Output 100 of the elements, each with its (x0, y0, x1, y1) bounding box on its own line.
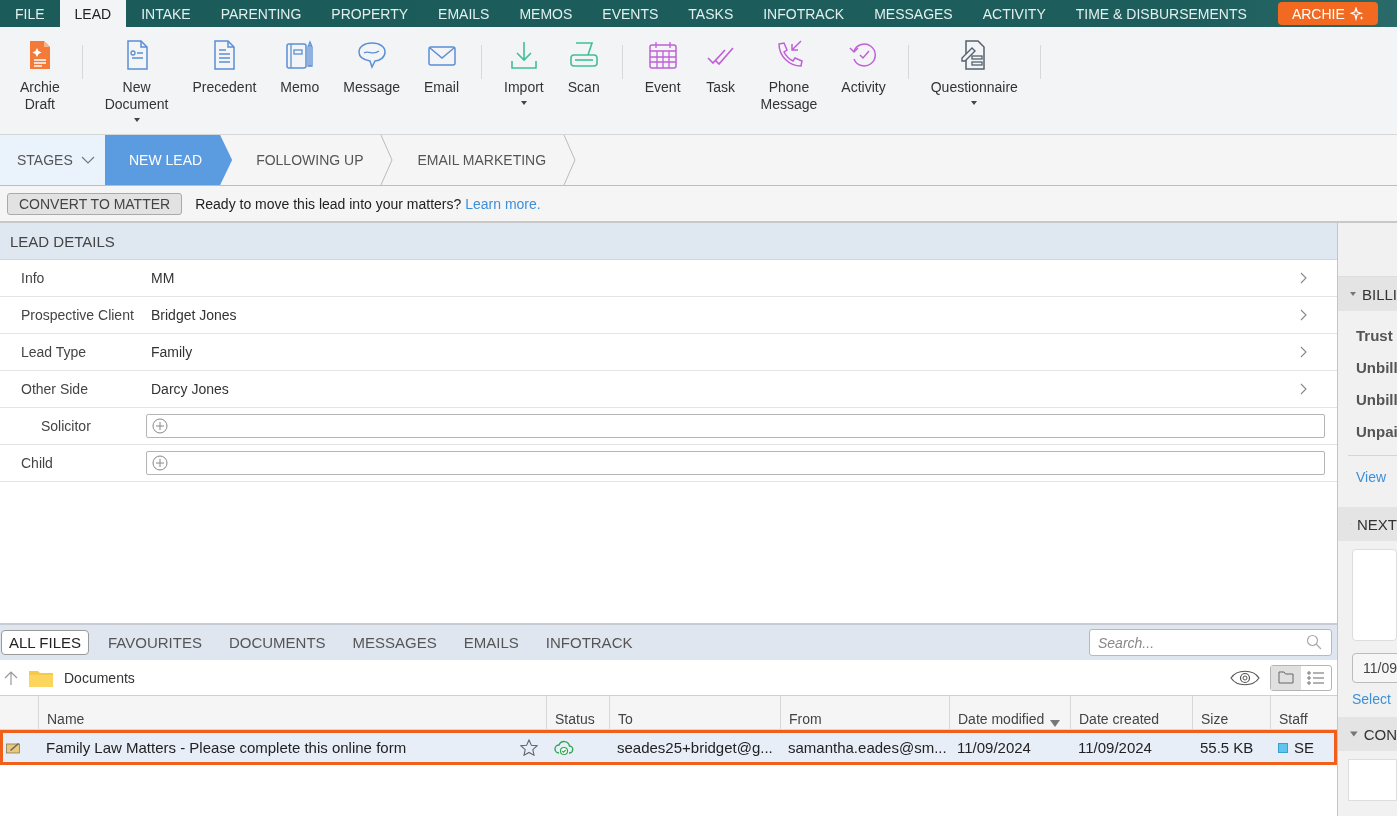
chevron-right-icon (1300, 272, 1307, 284)
add-field[interactable] (146, 451, 1325, 475)
add-field[interactable] (146, 414, 1325, 438)
table-cell: SE (1294, 739, 1314, 756)
filter-tab[interactable]: FAVOURITES (100, 630, 210, 655)
field-label: Prospective Client (20, 307, 135, 323)
ribbon-button[interactable]: Message (331, 39, 413, 134)
view-toggle[interactable] (1271, 665, 1301, 690)
ribbon-button[interactable]: Activity (829, 39, 898, 134)
email-icon (6, 741, 20, 754)
menu-tab[interactable]: PROPERTY (316, 0, 424, 27)
ribbon-button[interactable]: Precedent (180, 39, 269, 134)
ribbon-button[interactable]: Archie Draft (8, 39, 72, 134)
table-cell: Family Law Matters - Please complete this online form (46, 739, 407, 756)
ribbon-button[interactable]: New Document (92, 39, 181, 134)
search-field[interactable]: Search... (1089, 629, 1332, 656)
column-header[interactable]: Date modified (949, 696, 1070, 729)
menu-tab[interactable]: MESSAGES (859, 0, 968, 27)
menu-tab[interactable]: LEAD (59, 0, 127, 27)
menu-tab[interactable]: ACTIVITY (967, 0, 1061, 27)
field-value[interactable]: Bridget Jones (146, 297, 1337, 333)
ribbon-button[interactable]: Phone Message (748, 39, 830, 134)
summary-label: Trust (1355, 325, 1394, 346)
caret-icon (520, 101, 527, 105)
field-value[interactable]: Darcy Jones (146, 371, 1337, 407)
ribbon-button[interactable]: Scan (555, 39, 612, 134)
calendar-icon (646, 39, 679, 71)
filter-tab[interactable]: INFOTRACK (537, 630, 641, 655)
chevron-down-icon (80, 156, 95, 164)
caret-down-icon (1350, 731, 1358, 737)
column-header[interactable]: To (609, 696, 780, 729)
section-header[interactable]: CON (1338, 717, 1397, 751)
column-header[interactable]: Status (546, 696, 609, 729)
filter-tab[interactable]: ALL FILES (1, 630, 89, 655)
sparkle-icon (1349, 6, 1364, 21)
chevron-right-icon (1300, 309, 1307, 321)
notebook-icon (283, 39, 316, 71)
table-cell: samantha.eades@sm... (788, 739, 947, 756)
table-row[interactable]: Family Law Matters - Please complete this online form seades25+bridget@g... samantha.eades@sm... 11/09/2024 11/09/2024 55.5 KB SE (0, 730, 1337, 765)
folder-icon (1278, 671, 1294, 684)
section-header[interactable]: NEXT (1338, 507, 1397, 541)
field-label: Solicitor (40, 418, 92, 434)
folder-name: Documents (64, 669, 135, 686)
menu-tab[interactable]: INTAKE (126, 0, 206, 27)
field-label: Other Side (20, 381, 89, 397)
summary-label: Unbill (1355, 389, 1397, 410)
sort-down-icon (1050, 720, 1061, 727)
list-icon (1307, 670, 1325, 685)
field-value[interactable]: Family (146, 334, 1337, 370)
note-field[interactable] (1352, 549, 1397, 641)
menu-tab[interactable]: PARENTING (205, 0, 317, 27)
ribbon-button[interactable]: Email (412, 39, 472, 134)
column-header[interactable]: Date created (1070, 696, 1192, 729)
date-field[interactable]: 11/09 (1352, 653, 1397, 683)
table-cell: 55.5 KB (1200, 739, 1254, 756)
menu-tab[interactable]: FILE (0, 0, 60, 27)
speech-bubble-icon (355, 39, 388, 71)
filter-tab[interactable]: DOCUMENTS (220, 630, 334, 655)
ribbon-button[interactable]: Memo (268, 39, 332, 134)
ribbon-button[interactable]: Task (692, 39, 749, 134)
menu-tab[interactable]: TASKS (673, 0, 749, 27)
column-header[interactable]: Staff (1270, 696, 1337, 729)
section-header[interactable]: BILLI (1338, 277, 1397, 311)
search-icon (1306, 634, 1322, 650)
menu-tab[interactable]: EMAILS (423, 0, 505, 27)
panel-box (1348, 759, 1397, 801)
filter-tab[interactable]: EMAILS (455, 630, 527, 655)
menu-tab[interactable]: INFOTRACK (748, 0, 860, 27)
column-header[interactable]: From (780, 696, 949, 729)
summary-label: Unbill (1355, 357, 1397, 378)
menu-tab[interactable]: EVENTS (587, 0, 674, 27)
filter-tab[interactable]: MESSAGES (344, 630, 445, 655)
column-header[interactable]: Size (1192, 696, 1270, 729)
table-cell: 11/09/2024 (1078, 739, 1152, 756)
stage-step[interactable]: EMAIL MARKETING (393, 135, 577, 185)
stage-step[interactable]: FOLLOWING UP (232, 135, 394, 185)
eye-icon (1230, 668, 1260, 687)
summary-label: Unpai (1355, 421, 1397, 442)
field-label: Info (20, 270, 46, 286)
section-header: LEAD DETAILS (0, 223, 1337, 260)
cloud-check-icon (554, 739, 574, 756)
ribbon-button[interactable]: Import (492, 39, 556, 134)
field-label: Lead Type (20, 344, 88, 360)
field-label: Child (20, 455, 54, 471)
ribbon-button[interactable]: Event (632, 39, 693, 134)
field-value[interactable]: MM (146, 260, 1337, 296)
column-header[interactable]: Name (38, 696, 546, 729)
up-arrow-icon (4, 669, 18, 686)
chevron-right-icon (1300, 383, 1307, 395)
table-cell: seades25+bridget@g... (617, 739, 773, 756)
caret-down-icon (1350, 291, 1356, 297)
convert-button[interactable]: CONVERT TO MATTER (7, 192, 183, 215)
stages-dropdown[interactable]: STAGES (0, 135, 105, 185)
caret-icon (971, 101, 978, 105)
menu-tab[interactable]: MEMOS (504, 0, 588, 27)
caret-icon (133, 118, 140, 122)
ribbon-button[interactable]: Questionnaire (918, 39, 1030, 134)
menu-tab[interactable]: TIME & DISBURSEMENTS (1060, 0, 1262, 27)
plus-circle-icon (152, 418, 168, 434)
chevron-right-icon (1300, 346, 1307, 358)
